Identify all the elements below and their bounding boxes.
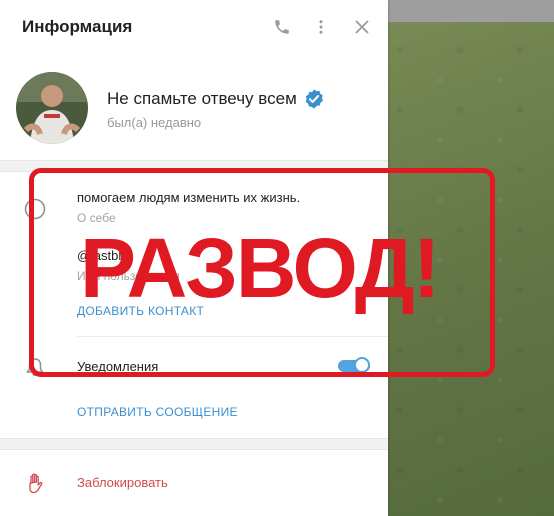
send-message-button[interactable]: ОТПРАВИТЬ СООБЩЕНИЕ — [77, 405, 238, 419]
scam-stamp-text: РАЗВОД! — [80, 221, 441, 315]
more-button[interactable] — [308, 14, 334, 40]
panel-header: Информация — [0, 0, 388, 54]
close-button[interactable] — [349, 14, 375, 40]
verified-badge-icon — [305, 89, 323, 109]
block-user-button[interactable]: Заблокировать — [77, 475, 168, 490]
profile-section: Не спамьте отвечу всем был(а) недавно — [0, 60, 388, 160]
close-icon — [355, 20, 369, 34]
section-divider-2 — [0, 438, 388, 450]
more-vertical-icon — [319, 20, 323, 34]
title-bar-shade — [388, 0, 554, 22]
profile-name: Не спамьте отвечу всем — [107, 89, 297, 108]
hand-stop-icon — [29, 473, 43, 494]
panel-title: Информация — [22, 17, 133, 36]
phone-icon — [275, 20, 289, 34]
last-seen-status: был(а) недавно — [107, 115, 202, 130]
avatar[interactable] — [16, 72, 88, 144]
call-button[interactable] — [269, 14, 295, 40]
profile-name-row: Не спамьте отвечу всем — [107, 88, 325, 110]
